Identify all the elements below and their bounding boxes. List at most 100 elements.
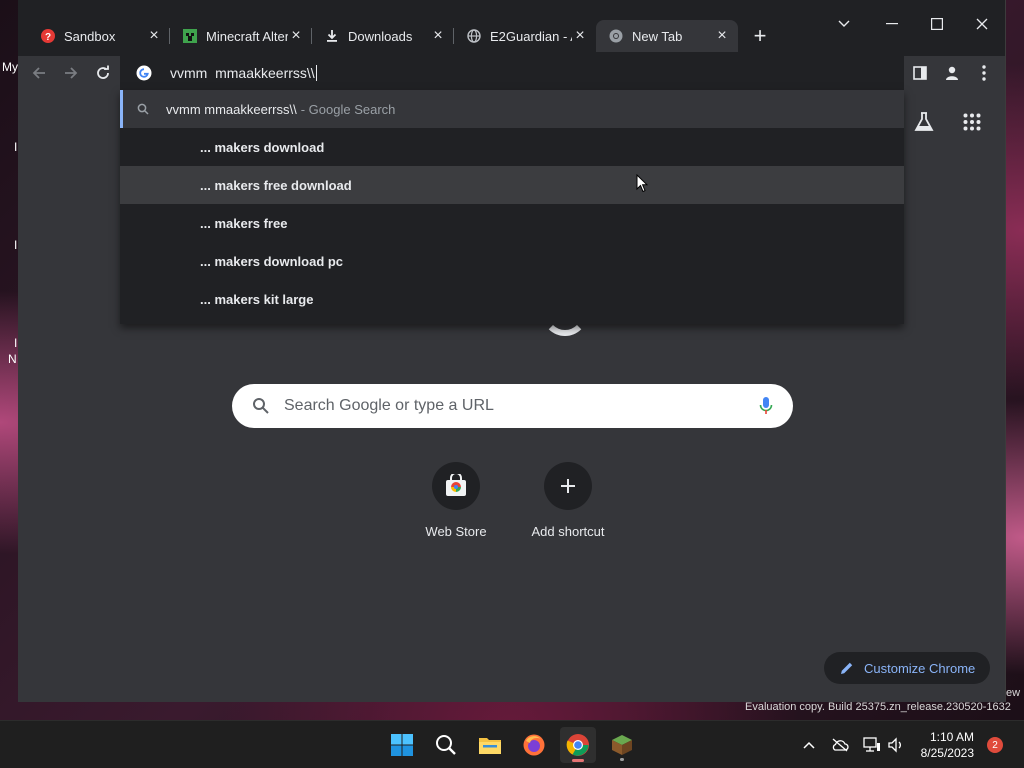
help-circle-icon: ?: [40, 28, 56, 44]
suggestion-text: ... makers kit large: [200, 291, 314, 307]
suggestion-text: ... makers free download: [200, 177, 352, 193]
shortcut-tile: [544, 462, 592, 510]
customize-chrome-button[interactable]: Customize Chrome: [824, 652, 990, 684]
text-caret: [315, 65, 317, 81]
shortcut-label: Web Store: [425, 524, 487, 539]
tab-sandbox[interactable]: ? Sandbox ×: [28, 20, 170, 52]
taskbar-search-button[interactable]: [428, 727, 464, 763]
suggestion-query: vvmm mmaakkeerrss\\: [166, 101, 297, 117]
profile-icon: [946, 66, 958, 80]
side-panel-button[interactable]: [908, 61, 932, 85]
running-app-indicator: [620, 758, 624, 761]
clock-date: 8/25/2023: [920, 746, 974, 760]
web-store-icon: [446, 474, 466, 496]
browser-window: ? Sandbox × Minecraft Alter × Downloads …: [18, 0, 1006, 702]
close-icon[interactable]: ×: [714, 27, 730, 44]
close-icon[interactable]: ×: [288, 27, 304, 44]
onedrive-button[interactable]: [830, 735, 850, 755]
google-g-icon: [136, 65, 152, 81]
search-placeholder: Search Google or type a URL: [284, 397, 494, 414]
arrow-left-icon: [32, 67, 45, 79]
desktop-label: I: [14, 140, 18, 154]
close-icon[interactable]: ×: [146, 27, 162, 44]
maximize-button[interactable]: [925, 12, 949, 36]
shortcut-web-store[interactable]: Web Store: [400, 462, 512, 539]
firefox-icon: [523, 734, 545, 756]
chevron-down-icon: [838, 20, 850, 27]
network-icon: [863, 737, 880, 752]
suggestion-item[interactable]: ... makers kit large: [120, 280, 904, 318]
tab-title: New Tab: [632, 28, 683, 44]
suggestion-item[interactable]: ... makers free: [120, 204, 904, 242]
taskbar-minecraft[interactable]: [604, 727, 640, 763]
network-button[interactable]: [862, 735, 882, 755]
suggestion-text: ... makers download: [200, 139, 325, 155]
pencil-icon: [841, 662, 853, 674]
volume-button[interactable]: [886, 735, 906, 755]
active-app-indicator: [572, 759, 584, 762]
taskbar-chrome[interactable]: [560, 727, 596, 763]
menu-button[interactable]: [972, 61, 996, 85]
desktop-label: I: [14, 238, 18, 252]
minimize-icon: [886, 23, 898, 25]
notification-badge[interactable]: 2: [987, 737, 1003, 753]
tab-downloads[interactable]: Downloads ×: [312, 20, 454, 52]
maximize-icon: [931, 18, 943, 30]
desktop-label: My: [2, 60, 18, 74]
apps-grid-icon: [963, 113, 981, 131]
profile-button[interactable]: [940, 61, 964, 85]
suggestion-search[interactable]: vvmm mmaakkeerrss\\ - Google Search: [120, 90, 904, 128]
ntp-search-box[interactable]: Search Google or type a URL: [232, 384, 793, 428]
minimize-button[interactable]: [880, 12, 904, 36]
taskbar-firefox[interactable]: [516, 727, 552, 763]
new-tab-button[interactable]: +: [748, 23, 772, 48]
reload-button[interactable]: [90, 60, 116, 86]
suggestion-item[interactable]: ... makers download pc: [120, 242, 904, 280]
labs-button[interactable]: [910, 108, 938, 136]
suggestion-text: ... makers free: [200, 215, 288, 231]
reload-icon: [97, 65, 109, 79]
system-clock[interactable]: 1:10 AM 8/25/2023: [912, 729, 974, 761]
shortcut-tile: [432, 462, 480, 510]
download-icon: [324, 28, 340, 44]
show-hidden-icons-button[interactable]: [799, 735, 819, 755]
shortcut-label: Add shortcut: [531, 524, 605, 539]
minecraft-icon: [612, 735, 632, 755]
volume-icon: [888, 737, 901, 753]
tab-new-tab[interactable]: New Tab ×: [596, 20, 738, 52]
microphone-icon[interactable]: [759, 396, 773, 416]
close-icon[interactable]: ×: [572, 27, 588, 44]
shortcut-add[interactable]: Add shortcut: [512, 462, 624, 539]
tab-e2guardian[interactable]: E2Guardian - A ×: [454, 20, 596, 52]
forward-button[interactable]: [58, 60, 84, 86]
search-icon: [120, 103, 166, 115]
close-window-button[interactable]: [970, 12, 994, 36]
suggestion-suffix: - Google Search: [300, 101, 396, 117]
search-icon: [253, 398, 269, 414]
arrow-right-icon: [65, 67, 78, 79]
plus-icon: [561, 479, 575, 493]
back-button[interactable]: [26, 60, 52, 86]
tab-search-button[interactable]: [832, 12, 856, 36]
suggestion-item[interactable]: ... makers download: [120, 128, 904, 166]
suggestion-text: ... makers download pc: [200, 253, 344, 269]
desktop-label: N: [8, 352, 17, 366]
tab-title: Downloads: [348, 28, 413, 44]
toolbar: vvmm mmaakkeerrss\\: [18, 56, 1005, 90]
chevron-up-icon: [803, 741, 815, 749]
clock-time: 1:10 AM: [929, 730, 974, 744]
taskbar-file-explorer[interactable]: [472, 727, 508, 763]
evaluation-watermark: Evaluation copy. Build 25375.zn_release.…: [745, 701, 1011, 713]
globe-icon: [466, 28, 482, 44]
address-bar[interactable]: vvmm mmaakkeerrss\\: [120, 56, 904, 90]
close-icon[interactable]: ×: [430, 27, 446, 44]
start-icon: [391, 734, 413, 756]
suggestion-item[interactable]: ... makers free download: [120, 166, 904, 204]
apps-button[interactable]: [958, 108, 986, 136]
more-vert-icon: [982, 65, 986, 81]
tab-title: Minecraft Alter: [206, 28, 288, 44]
tab-minecraft[interactable]: Minecraft Alter ×: [170, 20, 312, 52]
tab-title: Sandbox: [64, 28, 116, 44]
start-button[interactable]: [384, 727, 420, 763]
chrome-icon: [608, 28, 624, 44]
